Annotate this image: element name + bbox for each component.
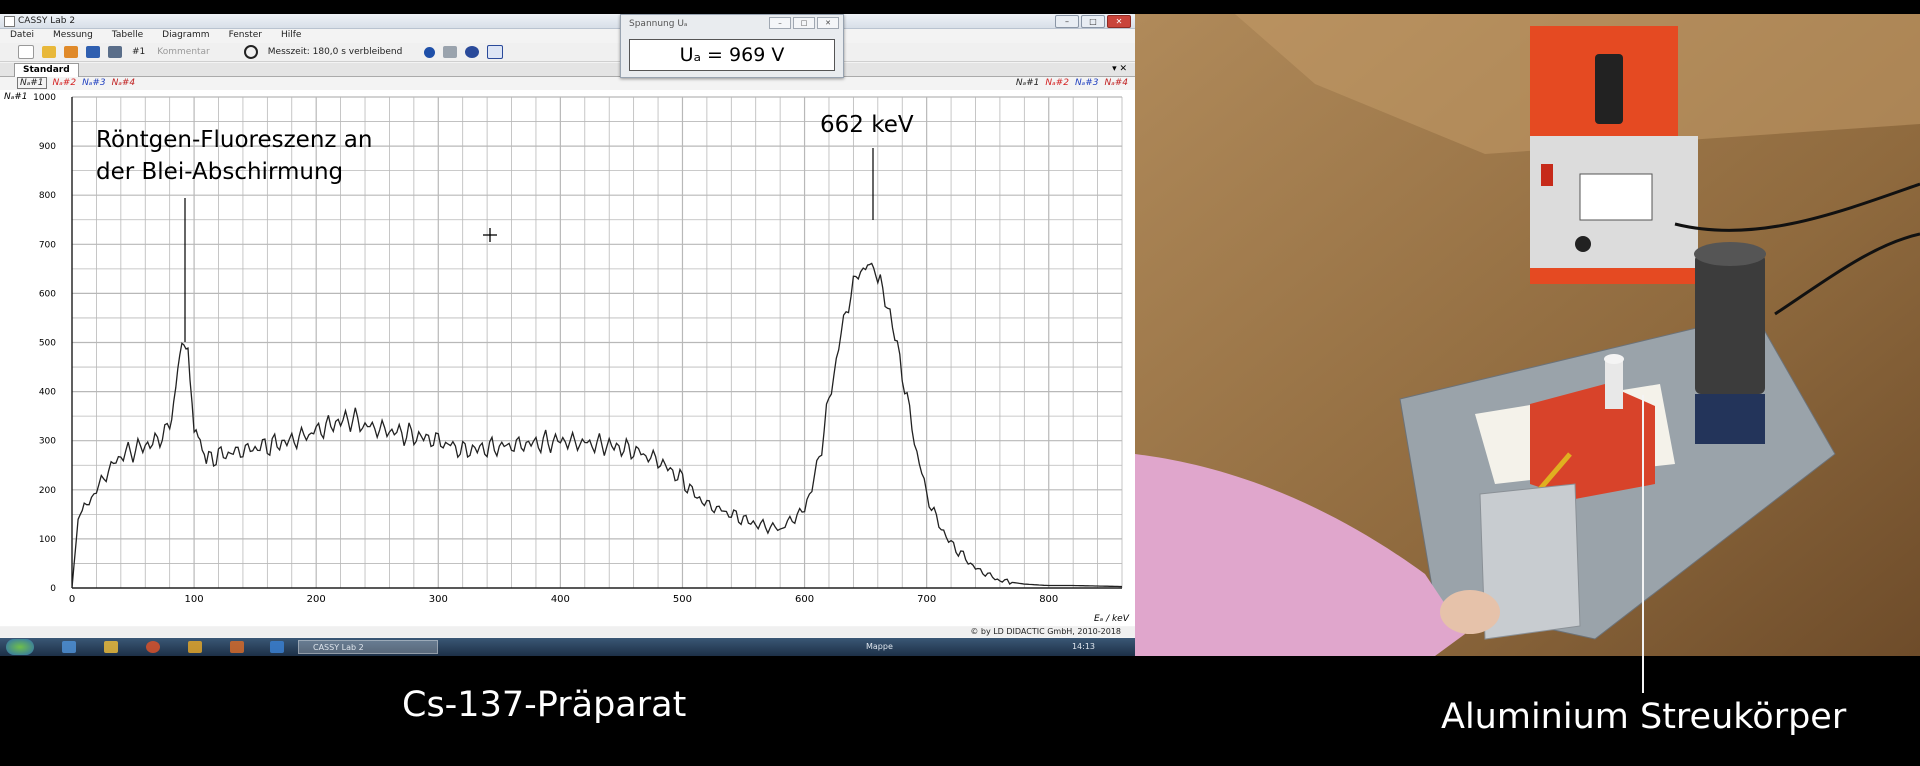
x-axis-label: Eₐ / keV xyxy=(1094,614,1130,624)
comment-input[interactable]: Kommentar xyxy=(157,47,209,57)
settings-gear-icon[interactable] xyxy=(465,46,480,58)
y-tick-label: 900 xyxy=(39,142,56,152)
network-icon[interactable] xyxy=(270,641,284,653)
minimize-button[interactable]: – xyxy=(1055,15,1079,28)
close-button[interactable]: ✕ xyxy=(1107,15,1131,28)
open-folder-icon[interactable] xyxy=(42,46,56,58)
series-selector-bar: Nₐ#1 Nₐ#2 Nₐ#3 Nₐ#4 Nₐ#1 Nₐ#2 Nₐ#3 Nₐ#4 xyxy=(0,77,1135,89)
app-icon xyxy=(4,16,15,27)
y-tick-label: 300 xyxy=(39,437,56,447)
series-1-left[interactable]: Nₐ#1 xyxy=(17,77,47,89)
voltage-close-button[interactable]: ✕ xyxy=(817,17,839,29)
y-tick-label: 500 xyxy=(39,339,56,349)
menu-bar: Datei Messung Tabelle Diagramm Fenster H… xyxy=(0,29,1135,42)
measuring-time-label: Messzeit: 180,0 s verbleibend xyxy=(267,47,403,57)
voltage-readout: Uₐ = 969 V xyxy=(629,39,835,71)
app-icon-taskbar[interactable] xyxy=(230,641,244,653)
save-icon[interactable] xyxy=(86,46,100,58)
y-tick-label: 700 xyxy=(39,240,56,250)
copyright-text: © by LD DIDACTIC GmbH, 2010-2018 xyxy=(970,627,1121,636)
open-example-icon[interactable] xyxy=(64,46,78,58)
voltage-window-title: Spannung Uₐ xyxy=(629,19,688,29)
voltage-minimize-button[interactable]: – xyxy=(769,17,791,29)
folder-icon[interactable] xyxy=(104,641,118,653)
y-axis-label: Nₐ#1 xyxy=(4,92,28,102)
voltage-maximize-button[interactable]: □ xyxy=(793,17,815,29)
y-tick-label: 200 xyxy=(39,486,56,496)
tab-controls[interactable]: ▾ ✕ xyxy=(1112,63,1127,76)
series-select[interactable]: #1 xyxy=(132,47,145,57)
spectrum-chart[interactable]: 0 100 200 300 400 500 600 700 800 0 100 200 300 400 50… xyxy=(0,90,1135,626)
taskbar-cassy-lab[interactable]: CASSY Lab 2 xyxy=(298,640,438,654)
crosshair-cursor-icon xyxy=(483,228,497,242)
browser-icon[interactable] xyxy=(146,641,160,653)
y-tick-label: 0 xyxy=(50,584,56,594)
x-tick-label: 800 xyxy=(1039,594,1058,605)
x-tick-label: 100 xyxy=(185,594,204,605)
caption-scatterer: Aluminium Streukörper xyxy=(1441,697,1847,737)
window-controls: – □ ✕ xyxy=(1055,15,1131,28)
series-1-right[interactable]: Nₐ#1 xyxy=(1016,78,1040,88)
tray-text[interactable]: Mappe xyxy=(866,638,893,656)
x-tick-label: 600 xyxy=(795,594,814,605)
experiment-photo xyxy=(1135,14,1920,656)
x-tick-label: 500 xyxy=(673,594,692,605)
window-title: CASSY Lab 2 xyxy=(18,16,76,26)
stopwatch-icon[interactable] xyxy=(243,45,258,59)
menu-diagramm[interactable]: Diagramm xyxy=(152,29,218,42)
x-tick-label: 700 xyxy=(917,594,936,605)
menu-hilfe[interactable]: Hilfe xyxy=(271,29,310,42)
power-supply xyxy=(1530,26,1698,284)
cassy-lab-window: CASSY Lab 2 – □ ✕ Datei Messung Tabelle … xyxy=(0,14,1135,656)
annotation-peak-label: 662 keV xyxy=(820,112,914,138)
voltage-display-window[interactable]: Spannung Uₐ – □ ✕ Uₐ = 969 V xyxy=(620,14,844,78)
detector xyxy=(1694,242,1766,444)
menu-datei[interactable]: Datei xyxy=(0,29,43,42)
scatterer-pointer-line xyxy=(1642,395,1644,693)
y-tick-label: 400 xyxy=(39,388,56,398)
windows-taskbar: CASSY Lab 2 Mappe 14:13 xyxy=(0,638,1135,656)
taskbar-clock: 14:13 xyxy=(1071,642,1095,651)
x-tick-label: 300 xyxy=(429,594,448,605)
annotation-fluorescence-line1: Röntgen-Fluoreszenz an xyxy=(96,127,372,153)
explorer-icon[interactable] xyxy=(62,641,76,653)
window-titlebar: CASSY Lab 2 – □ ✕ xyxy=(0,14,1135,29)
new-icon[interactable] xyxy=(18,45,34,59)
media-icon[interactable] xyxy=(188,641,202,653)
series-2-right[interactable]: Nₐ#2 xyxy=(1045,78,1069,88)
bluetooth-icon[interactable] xyxy=(424,46,436,58)
menu-fenster[interactable]: Fenster xyxy=(219,29,271,42)
toolbar: #1 Kommentar Messzeit: 180,0 s verbleibe… xyxy=(0,43,1135,62)
series-3-right[interactable]: Nₐ#3 xyxy=(1075,78,1099,88)
top-black-bar xyxy=(0,0,1920,6)
x-tick-label: 0 xyxy=(69,594,75,605)
start-button-icon[interactable] xyxy=(6,639,34,655)
annotation-fluorescence-line2: der Blei-Abschirmung xyxy=(96,159,343,185)
y-tick-label: 1000 xyxy=(33,93,56,103)
menu-messung[interactable]: Messung xyxy=(43,29,102,42)
tab-bar: Standard ▾ ✕ xyxy=(0,63,1135,77)
tab-standard[interactable]: Standard xyxy=(14,63,79,77)
series-2-left[interactable]: Nₐ#2 xyxy=(53,78,77,88)
menu-tabelle[interactable]: Tabelle xyxy=(102,29,152,42)
y-tick-label: 600 xyxy=(39,289,56,299)
maximize-button[interactable]: □ xyxy=(1081,15,1105,28)
status-bar: © by LD DIDACTIC GmbH, 2010-2018 xyxy=(0,627,1135,637)
voltage-window-controls: – □ ✕ xyxy=(769,17,839,29)
print-icon[interactable] xyxy=(108,46,122,58)
y-tick-label: 100 xyxy=(39,535,56,545)
table-icon[interactable] xyxy=(443,46,458,58)
x-tick-label: 400 xyxy=(551,594,570,605)
person-hand xyxy=(1440,590,1500,634)
display-icon[interactable] xyxy=(487,45,504,59)
series-4-right[interactable]: Nₐ#4 xyxy=(1104,78,1128,88)
series-3-left[interactable]: Nₐ#3 xyxy=(82,78,106,88)
x-tick-label: 200 xyxy=(307,594,326,605)
caption-source: Cs-137-Präparat xyxy=(402,685,687,725)
y-tick-label: 800 xyxy=(39,191,56,201)
series-4-left[interactable]: Nₐ#4 xyxy=(112,78,136,88)
